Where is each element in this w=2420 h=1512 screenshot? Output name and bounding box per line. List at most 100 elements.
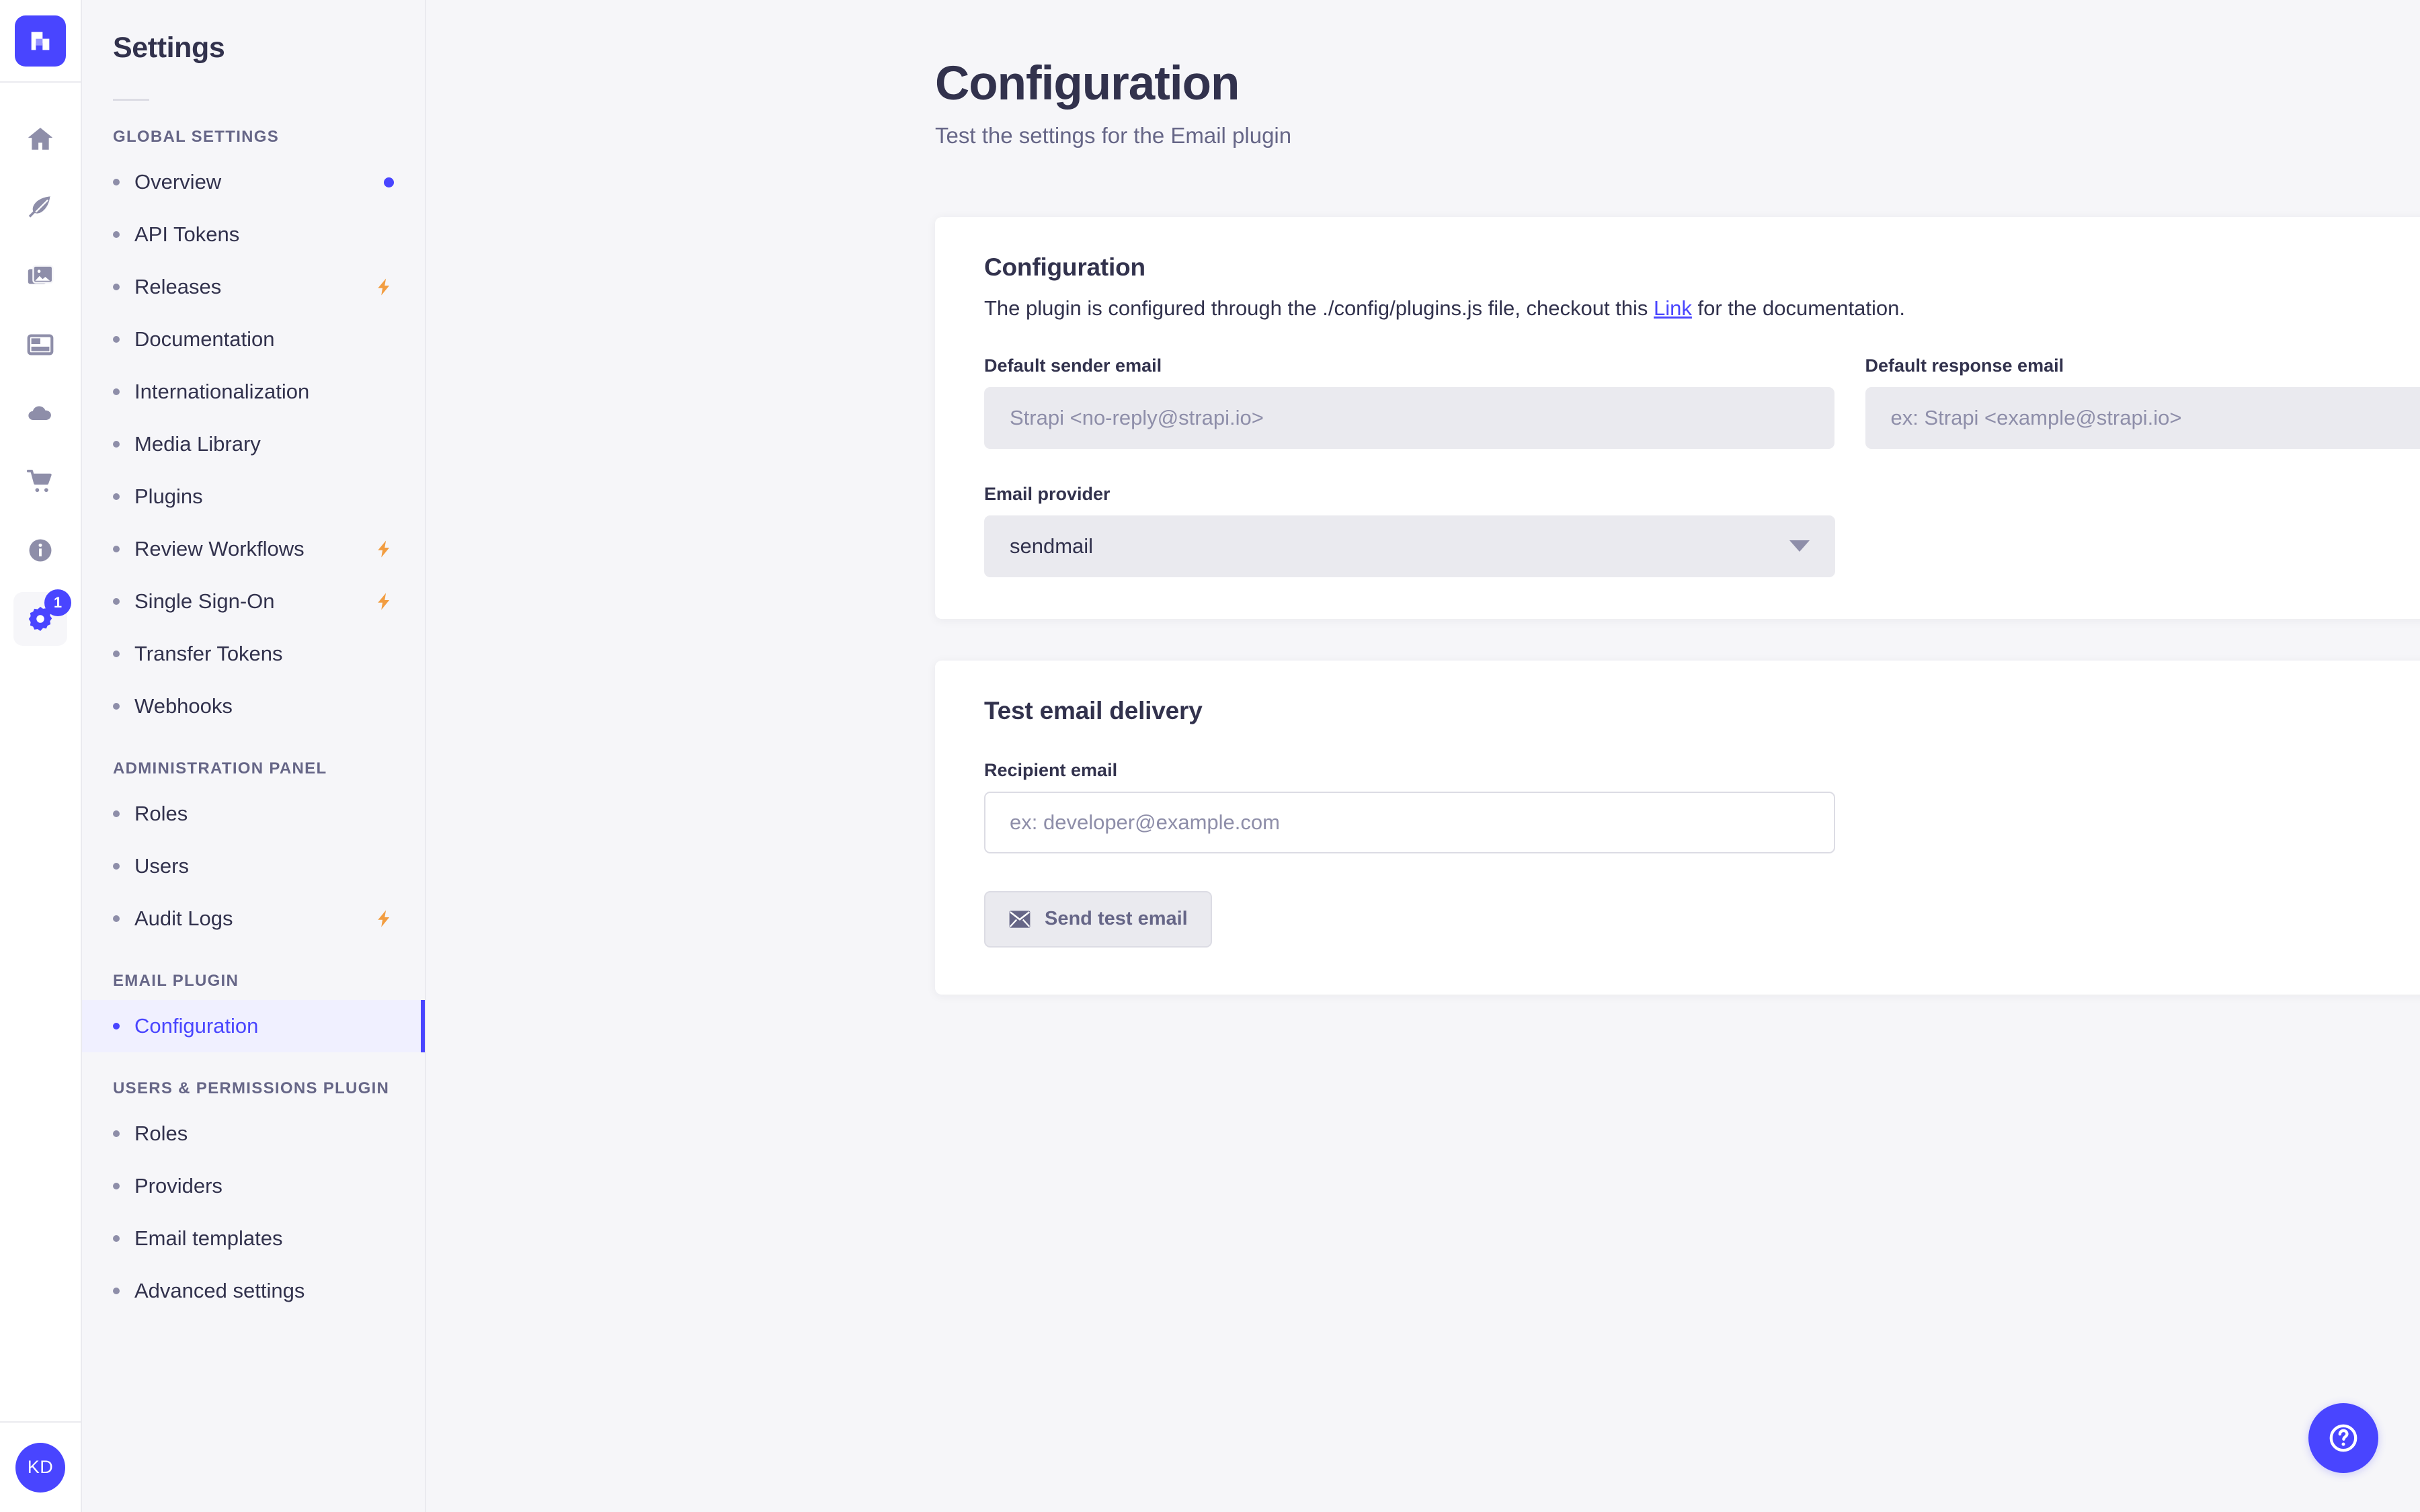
info-circle-icon: [29, 539, 52, 562]
bullet-icon: [113, 493, 120, 501]
sidebar-item-label: Roles: [134, 1122, 188, 1146]
bullet-icon: [113, 179, 120, 186]
sidebar-item-releases[interactable]: Releases: [82, 261, 425, 313]
bullet-icon: [113, 863, 120, 870]
sidebar-item-label: Advanced settings: [134, 1279, 305, 1303]
cloud-icon: [28, 406, 51, 420]
configuration-card-description: The plugin is configured through the ./c…: [984, 296, 2420, 321]
sidebar-item-label: Users: [134, 854, 189, 878]
sidebar-item-label: Roles: [134, 802, 188, 826]
bullet-icon: [113, 1130, 120, 1138]
rail-item-cloud[interactable]: [13, 386, 67, 440]
sidebar-item-up-email-templates[interactable]: Email templates: [82, 1212, 425, 1265]
sidebar-divider: [113, 99, 149, 101]
sidebar-item-trailing: [374, 538, 394, 560]
documentation-link[interactable]: Link: [1654, 296, 1692, 320]
sidebar-item-documentation[interactable]: Documentation: [82, 313, 425, 366]
feather-icon: [28, 196, 52, 218]
bullet-icon: [113, 598, 120, 605]
sidebar-item-label: Audit Logs: [134, 907, 233, 931]
sidebar-item-webhooks[interactable]: Webhooks: [82, 680, 425, 732]
settings-sidebar: Settings GLOBAL SETTINGS Overview API To…: [82, 0, 426, 1512]
sidebar-item-review-workflows[interactable]: Review Workflows: [82, 523, 425, 575]
strapi-logo-glyph: [31, 32, 50, 50]
sidebar-item-admin-users[interactable]: Users: [82, 840, 425, 892]
default-response-email-field: Default response email: [1865, 355, 2420, 449]
sidebar-item-overview[interactable]: Overview: [82, 156, 425, 208]
sidebar-item-api-tokens[interactable]: API Tokens: [82, 208, 425, 261]
sidebar-item-trailing: [374, 276, 394, 298]
default-sender-email-field: Default sender email: [984, 355, 1834, 449]
sidebar-item-plugins[interactable]: Plugins: [82, 470, 425, 523]
sidebar-item-label: Webhooks: [134, 694, 233, 718]
sidebar-item-up-providers[interactable]: Providers: [82, 1160, 425, 1212]
bullet-icon: [113, 546, 120, 553]
sidebar-item-internationalization[interactable]: Internationalization: [82, 366, 425, 418]
help-button[interactable]: [2308, 1403, 2378, 1473]
sidebar-item-trailing: [374, 590, 394, 613]
sidebar-item-label: Configuration: [134, 1014, 259, 1038]
sidebar-item-label: Documentation: [134, 327, 275, 351]
bullet-icon: [113, 650, 120, 658]
configuration-card-title: Configuration: [984, 253, 1145, 281]
rail-item-content-type-builder[interactable]: [13, 318, 67, 372]
recipient-email-row: Recipient email: [984, 760, 2420, 853]
recipient-email-input[interactable]: [984, 791, 1835, 853]
lightning-bolt-icon: [378, 593, 390, 610]
test-email-delivery-card: Test email delivery Recipient email Send…: [935, 660, 2420, 995]
test-card-title: Test email delivery: [984, 696, 1203, 724]
email-provider-label: Email provider: [984, 483, 1111, 504]
sidebar-item-label: Email templates: [134, 1226, 283, 1251]
rail-item-settings[interactable]: 1: [13, 589, 71, 646]
page-subtitle: Test the settings for the Email plugin: [935, 122, 1292, 148]
send-test-email-button[interactable]: Send test email: [984, 890, 1212, 948]
page-title: Configuration: [935, 57, 1240, 110]
bullet-icon: [113, 1023, 120, 1030]
avatar[interactable]: KD: [15, 1442, 65, 1493]
bullet-icon: [113, 1288, 120, 1295]
description-text-before: The plugin is configured through the ./c…: [984, 296, 1654, 320]
sidebar-section-global: Overview API Tokens Releases Documentati…: [82, 156, 425, 732]
bullet-icon: [113, 284, 120, 291]
sidebar-item-single-sign-on[interactable]: Single Sign-On: [82, 575, 425, 628]
sidebar-item-transfer-tokens[interactable]: Transfer Tokens: [82, 628, 425, 680]
sidebar-item-media-library[interactable]: Media Library: [82, 418, 425, 470]
rail-item-marketplace[interactable]: [13, 455, 67, 509]
images-icon: [28, 265, 54, 284]
question-mark-circle-icon: [2329, 1424, 2357, 1452]
sidebar-item-label: Overview: [134, 170, 222, 194]
default-response-email-input[interactable]: [1865, 386, 2420, 449]
rail-item-content-manager[interactable]: [13, 181, 67, 235]
sidebar-item-up-advanced-settings[interactable]: Advanced settings: [82, 1265, 425, 1317]
lightning-bolt-icon: [378, 540, 390, 558]
home-icon: [28, 128, 52, 150]
default-sender-email-input[interactable]: [984, 386, 1834, 449]
sidebar-title: Settings: [113, 32, 225, 64]
strapi-logo-icon[interactable]: [15, 15, 66, 67]
layout-icon: [27, 334, 54, 355]
sidebar-item-label: Plugins: [134, 485, 203, 509]
rail-item-media-library[interactable]: [13, 249, 67, 303]
sidebar-section-users-permissions: Roles Providers Email templates Advanced…: [82, 1107, 425, 1317]
envelope-icon: [1009, 910, 1031, 928]
bullet-icon: [113, 703, 120, 710]
chevron-down-icon: [1789, 540, 1810, 552]
sidebar-item-label: API Tokens: [134, 222, 240, 247]
sidebar-section-label-email-plugin: EMAIL PLUGIN: [113, 972, 239, 991]
main-content: Configuration Test the settings for the …: [426, 0, 2420, 1512]
sidebar-item-trailing: [374, 907, 394, 930]
email-provider-select[interactable]: sendmail: [984, 515, 1835, 577]
sidebar-item-configuration[interactable]: Configuration: [82, 1000, 425, 1053]
sidebar-section-label-users-permissions: USERS & PERMISSIONS PLUGIN: [113, 1079, 390, 1098]
sidebar-section-email-plugin: Configuration: [82, 1000, 425, 1053]
app-root: 1 KD Settings GLOBAL SETTINGS Overview A…: [0, 0, 2420, 1512]
rail-item-information[interactable]: [13, 523, 67, 577]
sidebar-item-audit-logs[interactable]: Audit Logs: [82, 892, 425, 945]
settings-badge: 1: [44, 589, 71, 616]
sidebar-item-up-roles[interactable]: Roles: [82, 1107, 425, 1160]
rail-item-home[interactable]: [13, 112, 67, 166]
send-test-email-label: Send test email: [1045, 908, 1188, 930]
bullet-icon: [113, 336, 120, 343]
lightning-bolt-icon: [378, 910, 390, 927]
sidebar-item-admin-roles[interactable]: Roles: [82, 788, 425, 840]
